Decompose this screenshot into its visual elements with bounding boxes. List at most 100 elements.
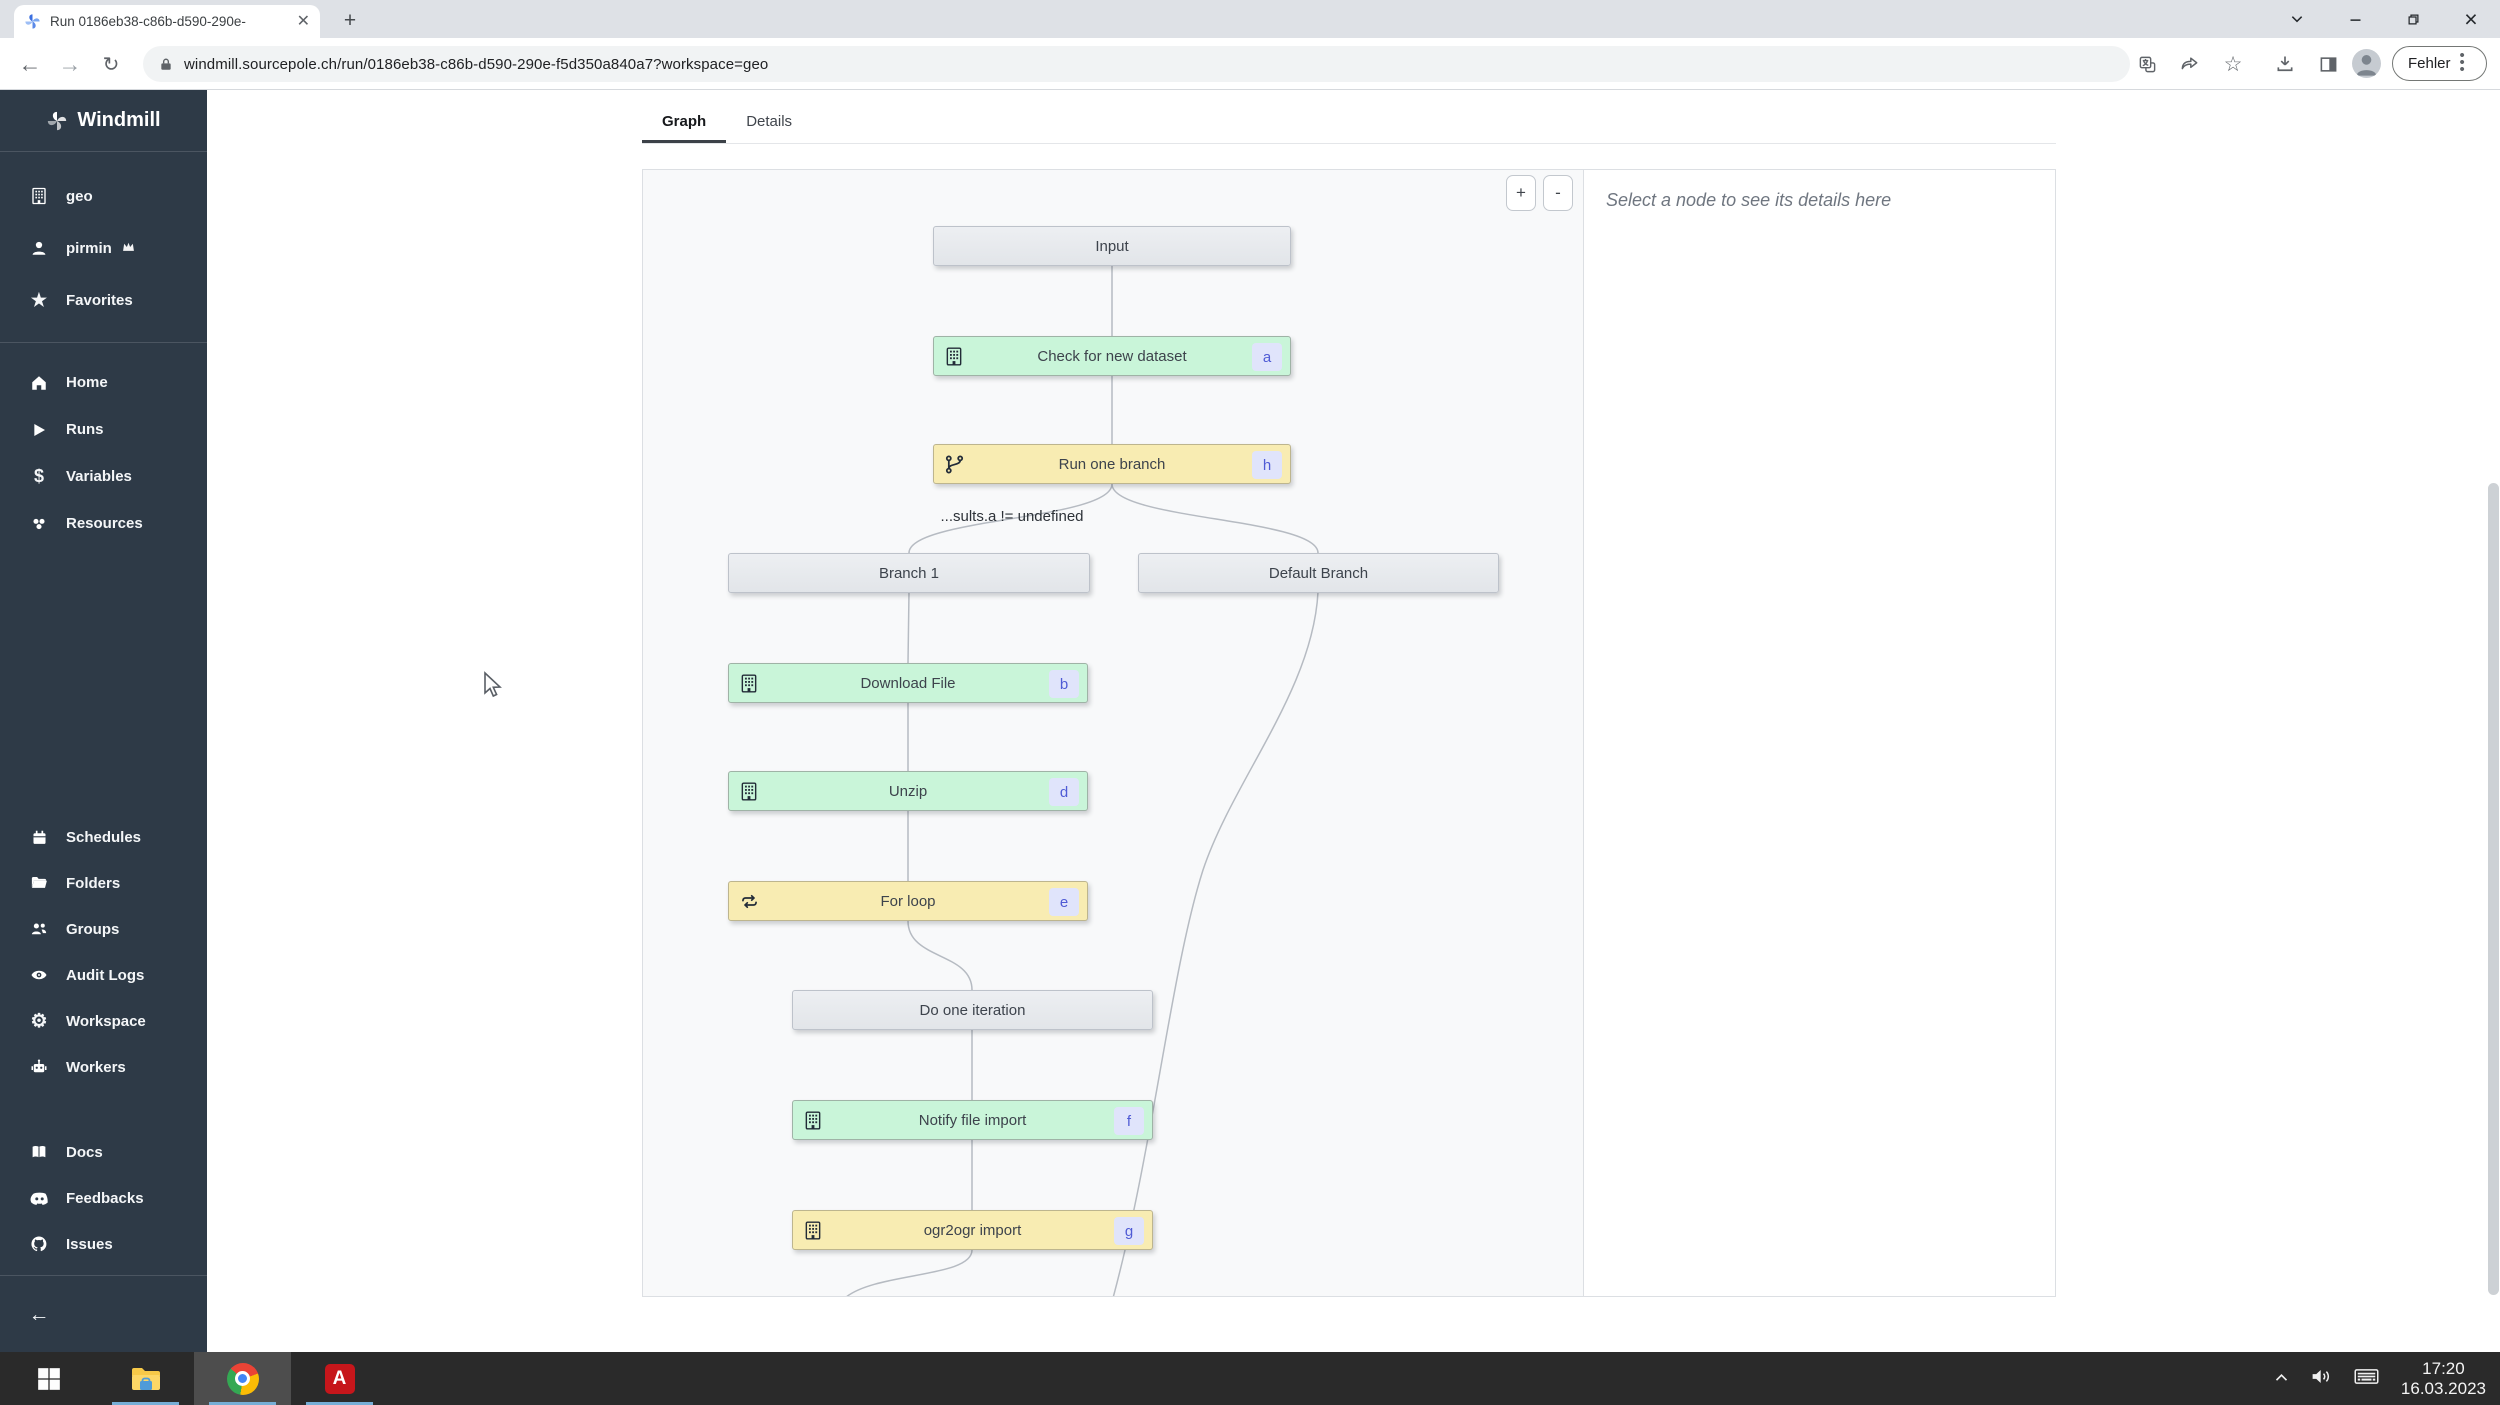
sidebar-item-feedbacks[interactable]: Feedbacks xyxy=(0,1175,207,1221)
sidebar-item-home[interactable]: Home xyxy=(0,359,207,406)
windmill-favicon xyxy=(25,14,40,29)
nav-label: Feedbacks xyxy=(66,1189,144,1207)
nav-label: Variables xyxy=(66,468,132,485)
tab-search-chevron-icon[interactable] xyxy=(2268,0,2326,38)
github-icon xyxy=(28,1235,50,1253)
flow-node-notify-file-import[interactable]: Notify file import f xyxy=(792,1100,1153,1140)
kebab-menu-icon: • • • xyxy=(2459,47,2465,78)
zoom-out-button[interactable]: - xyxy=(1543,175,1573,211)
error-menu-button[interactable]: Fehler • • • xyxy=(2392,46,2487,81)
flow-node-for-loop[interactable]: For loop e xyxy=(728,881,1088,921)
keyboard-icon[interactable] xyxy=(2354,1367,2379,1391)
browser-titlebar: Run 0186eb38-c86b-d590-290e- ✕ + × xyxy=(0,0,2500,38)
flow-node-unzip[interactable]: Unzip d xyxy=(728,771,1088,811)
mouse-cursor xyxy=(481,671,503,706)
sidebar-item-audit-logs[interactable]: Audit Logs xyxy=(0,952,207,998)
sidebar: Windmill geo pirmin ★ Favorites Home Run… xyxy=(0,90,207,1352)
robot-icon xyxy=(28,1058,50,1076)
tab-close-icon[interactable]: ✕ xyxy=(297,13,310,30)
sidebar-item-docs[interactable]: Docs xyxy=(0,1129,207,1175)
sidebar-item-workers[interactable]: Workers xyxy=(0,1044,207,1090)
acrobat-taskbar-button[interactable]: A xyxy=(291,1352,388,1405)
flow-node-run-one-branch[interactable]: Run one branch h xyxy=(933,444,1291,484)
script-icon xyxy=(803,1220,823,1245)
flow-node-default-branch[interactable]: Default Branch xyxy=(1138,553,1499,593)
script-icon xyxy=(739,781,759,806)
sidebar-item-user[interactable]: pirmin xyxy=(0,222,207,274)
sidebar-item-resources[interactable]: Resources xyxy=(0,500,207,547)
flow-node-check-for-new-dataset[interactable]: Check for new dataset a xyxy=(933,336,1291,376)
nav-label: Home xyxy=(66,374,108,391)
sidebar-item-issues[interactable]: Issues xyxy=(0,1221,207,1267)
flow-node-branch-1[interactable]: Branch 1 xyxy=(728,553,1090,593)
sidebar-divider xyxy=(0,342,207,343)
forward-button[interactable]: → xyxy=(55,50,85,78)
nav-label: Schedules xyxy=(66,828,142,846)
download-icon[interactable] xyxy=(2270,50,2300,78)
flow-node-ogr2ogr-import[interactable]: ogr2ogr import g xyxy=(792,1210,1153,1250)
loop-icon xyxy=(739,891,760,916)
sidebar-item-workspace-settings[interactable]: ⚙ Workspace xyxy=(0,998,207,1044)
translate-icon[interactable] xyxy=(2132,50,2162,78)
start-button[interactable] xyxy=(0,1352,97,1405)
acrobat-reader-icon: A xyxy=(324,1363,355,1394)
share-icon[interactable] xyxy=(2175,50,2205,78)
browser-tab[interactable]: Run 0186eb38-c86b-d590-290e- ✕ xyxy=(14,5,320,38)
flow-node-do-one-iteration[interactable]: Do one iteration xyxy=(792,990,1153,1030)
sidebar-item-workspace-geo[interactable]: geo xyxy=(0,170,207,222)
nav-label: Runs xyxy=(66,421,104,438)
windmill-brand[interactable]: Windmill xyxy=(0,90,207,152)
favorites-label: Favorites xyxy=(66,291,133,309)
sidebar-item-variables[interactable]: $ Variables xyxy=(0,453,207,500)
node-details-panel: Select a node to see its details here xyxy=(1584,170,2055,1296)
restore-button[interactable] xyxy=(2384,0,2442,38)
new-tab-button[interactable]: + xyxy=(336,7,364,35)
clock-date: 16.03.2023 xyxy=(2400,1378,2486,1398)
dollar-icon: $ xyxy=(33,466,44,486)
node-label: Do one iteration xyxy=(919,1001,1026,1019)
sidebar-item-runs[interactable]: Runs xyxy=(0,406,207,453)
node-id-badge: g xyxy=(1114,1217,1144,1245)
chrome-taskbar-button[interactable] xyxy=(194,1352,291,1405)
star-icon: ★ xyxy=(30,289,48,310)
back-button[interactable]: ← xyxy=(15,50,45,78)
profile-avatar[interactable] xyxy=(2352,49,2381,78)
file-explorer-taskbar-button[interactable] xyxy=(97,1352,194,1405)
zoom-in-button[interactable]: + xyxy=(1506,175,1536,211)
node-id-badge: f xyxy=(1114,1107,1144,1135)
address-bar[interactable]: windmill.sourcepole.ch/run/0186eb38-c86b… xyxy=(143,46,2130,82)
script-icon xyxy=(803,1110,823,1135)
book-icon xyxy=(28,1143,50,1161)
resources-icon xyxy=(28,515,50,533)
nav-label: Workers xyxy=(66,1058,126,1076)
flow-node-download-file[interactable]: Download File b xyxy=(728,663,1088,703)
minimize-button[interactable] xyxy=(2326,0,2384,38)
sidebar-item-groups[interactable]: Groups xyxy=(0,906,207,952)
node-label: Input xyxy=(1095,237,1129,255)
flow-graph-canvas[interactable]: + - Input Check for new dataset a Run on… xyxy=(643,170,1584,1296)
node-id-badge: b xyxy=(1049,670,1079,698)
sidebar-item-schedules[interactable]: Schedules xyxy=(0,814,207,860)
clock-time: 17:20 xyxy=(2422,1358,2465,1378)
workspace-label: geo xyxy=(66,187,93,205)
taskbar-clock[interactable]: 17:20 16.03.2023 xyxy=(2401,1359,2486,1399)
page-scrollbar[interactable] xyxy=(2488,483,2499,1295)
sidebar-item-favorites[interactable]: ★ Favorites xyxy=(0,274,207,326)
brand-label: Windmill xyxy=(77,109,161,131)
node-id-badge: a xyxy=(1252,343,1282,371)
windows-taskbar: A 17:20 16.03.2023 xyxy=(0,1352,2500,1405)
collapse-sidebar-button[interactable]: ← xyxy=(0,1290,207,1340)
volume-icon[interactable] xyxy=(2311,1367,2332,1391)
bookmark-star-icon[interactable]: ☆ xyxy=(2218,50,2248,78)
flow-node-input[interactable]: Input xyxy=(933,226,1291,266)
sidebar-item-folders[interactable]: Folders xyxy=(0,860,207,906)
folder-icon xyxy=(28,874,50,892)
tab-details[interactable]: Details xyxy=(726,102,812,143)
reload-button[interactable]: ↻ xyxy=(96,50,126,78)
hidden-icons-chevron[interactable] xyxy=(2274,1370,2289,1388)
gear-icon: ⚙ xyxy=(30,1010,48,1032)
close-window-button[interactable]: × xyxy=(2442,0,2500,38)
superadmin-crown-icon xyxy=(122,241,135,255)
tab-graph[interactable]: Graph xyxy=(642,102,727,143)
side-panel-icon[interactable] xyxy=(2313,50,2343,78)
